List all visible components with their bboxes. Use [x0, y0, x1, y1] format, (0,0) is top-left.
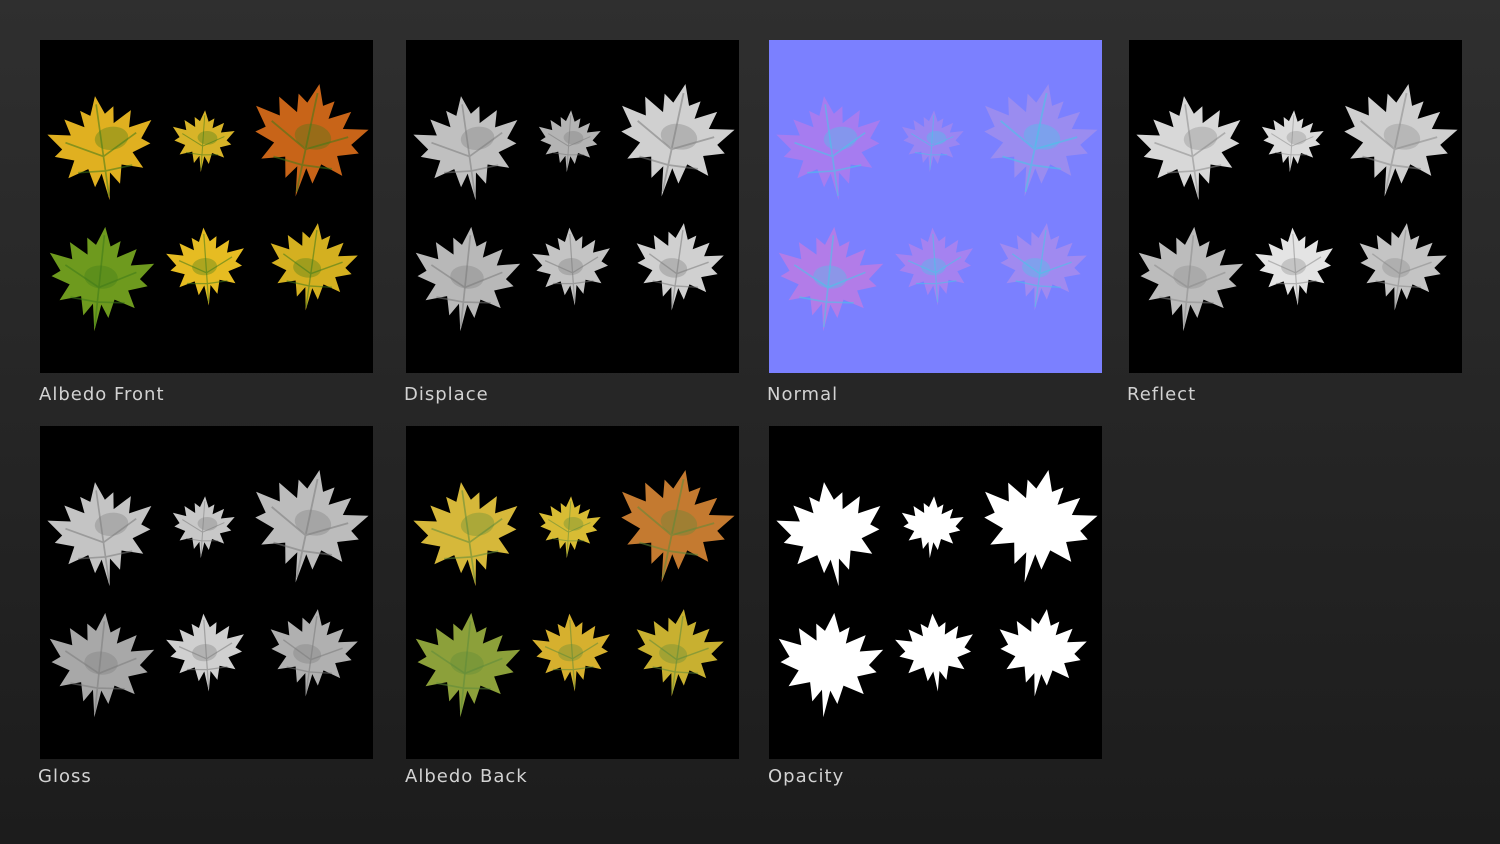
opacity-background [769, 426, 1102, 759]
albedo-back-map-image [406, 426, 739, 759]
albedo-front-map-image [40, 40, 373, 373]
reflect-map-image [1129, 40, 1462, 373]
gloss-map-image [40, 426, 373, 759]
albedo-back-label: Albedo Back [405, 766, 528, 787]
albedo-front-texture [40, 40, 373, 373]
opacity-map-image [769, 426, 1102, 759]
opacity-texture [769, 426, 1102, 759]
gloss-texture [40, 426, 373, 759]
displace-map-image [406, 40, 739, 373]
normal-label: Normal [767, 384, 839, 405]
reflect-texture [1129, 40, 1462, 373]
displace-background [406, 40, 739, 373]
albedo-back-texture [406, 426, 739, 759]
reflect-label: Reflect [1127, 384, 1197, 405]
gloss-label: Gloss [38, 766, 92, 787]
gloss-background [40, 426, 373, 759]
normal-map-image [769, 40, 1102, 373]
normal-background [769, 40, 1102, 373]
displace-texture [406, 40, 739, 373]
albedo-front-background [40, 40, 373, 373]
albedo-front-label: Albedo Front [39, 384, 165, 405]
albedo-back-background [406, 426, 739, 759]
displace-label: Displace [404, 384, 489, 405]
reflect-background [1129, 40, 1462, 373]
opacity-label: Opacity [768, 766, 845, 787]
normal-texture [769, 40, 1102, 373]
